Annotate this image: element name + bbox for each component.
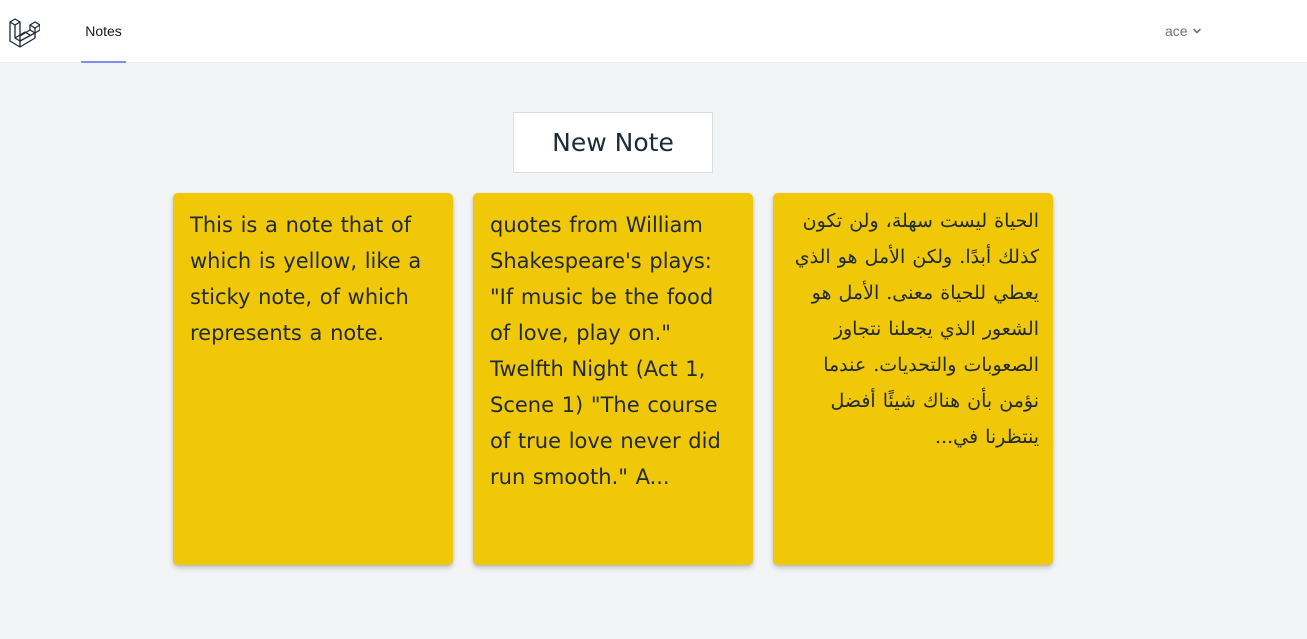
user-name: ace <box>1165 23 1188 39</box>
laravel-logo-icon[interactable] <box>8 16 40 48</box>
new-note-button[interactable]: New Note <box>513 112 713 173</box>
chevron-down-icon <box>1192 28 1201 34</box>
nav-link-label: Notes <box>85 22 122 39</box>
note-card[interactable]: This is a note that of which is yellow, … <box>173 193 453 565</box>
note-card[interactable]: الحياة ليست سهلة، ولن تكون كذلك أبدًا. و… <box>773 193 1053 565</box>
note-card[interactable]: quotes from William Shakespeare's plays:… <box>473 193 753 565</box>
top-navbar: Notes ace <box>0 0 1307 63</box>
note-text: الحياة ليست سهلة، ولن تكون كذلك أبدًا. و… <box>794 210 1039 448</box>
note-text: This is a note that of which is yellow, … <box>190 213 422 345</box>
new-note-label: New Note <box>552 128 674 157</box>
nav-link-notes[interactable]: Notes <box>81 0 126 63</box>
user-menu-dropdown[interactable]: ace <box>1165 22 1202 40</box>
note-text: quotes from William Shakespeare's plays:… <box>490 213 721 489</box>
